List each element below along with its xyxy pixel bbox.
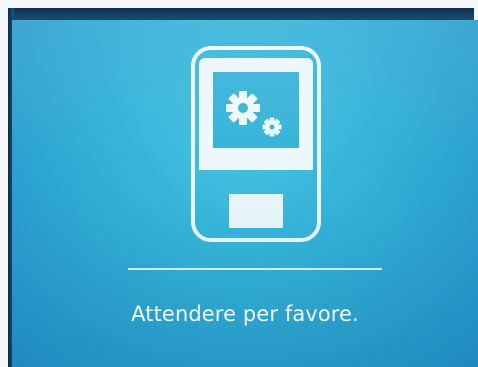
status-message: Attendere per favore. — [131, 302, 359, 326]
large-gear-icon — [226, 91, 260, 125]
divider-line — [128, 268, 382, 270]
display-frame: Attendere per favore. — [0, 0, 478, 367]
device-settings-icon — [191, 46, 321, 242]
loading-screen: Attendere per favore. — [12, 20, 478, 367]
small-gear-icon — [262, 117, 282, 137]
